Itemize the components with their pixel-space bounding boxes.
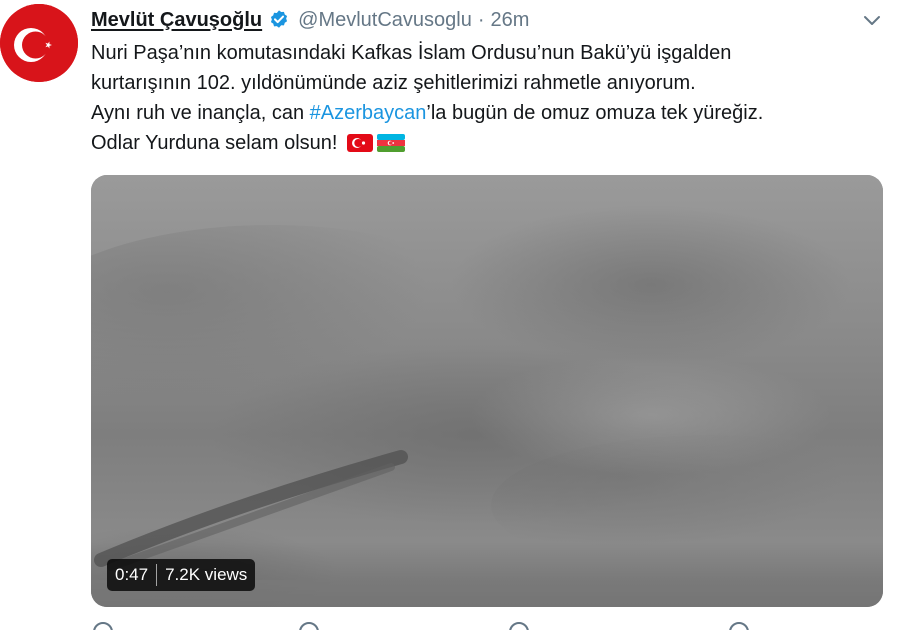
tweet-card[interactable]: Mevlüt Çavuşoğlu @MevlutCavusoglu · 26m … — [0, 0, 922, 630]
share-icon[interactable] — [729, 622, 749, 630]
author-handle[interactable]: @MevlutCavusoglu — [298, 9, 472, 32]
video-stats-badge: 0:47 7.2K views — [107, 559, 256, 591]
turkey-flag-icon — [347, 132, 374, 162]
video-thumbnail — [91, 175, 883, 607]
tweet-timestamp[interactable]: 26m — [491, 9, 530, 32]
video-player[interactable]: 0:47 7.2K views — [91, 175, 883, 607]
video-view-count: 7.2K views — [165, 565, 248, 584]
video-duration: 0:47 — [115, 565, 149, 584]
tweet-text-line: Aynı ruh ve inançla, can #Azerbaycan’la … — [91, 98, 891, 128]
azerbaijan-flag-icon — [377, 132, 406, 162]
badge-divider — [156, 564, 158, 586]
tweet-text: Nuri Paşa’nın komutasındaki Kafkas İslam… — [91, 38, 891, 162]
tweet-text-segment: Odlar Yurduna selam olsun! — [91, 132, 338, 154]
like-icon[interactable] — [509, 622, 529, 630]
separator-dot: · — [477, 8, 485, 31]
tweet-text-line: Odlar Yurduna selam olsun! — [91, 128, 891, 162]
tweet-text-line: kurtarışının 102. yıldönümünde aziz şehi… — [91, 72, 696, 94]
reply-icon[interactable] — [93, 622, 113, 630]
turkish-flag-avatar-icon — [0, 4, 78, 82]
author-display-name[interactable]: Mevlüt Çavuşoğlu — [91, 9, 262, 32]
tweet-actions — [91, 622, 851, 630]
avatar[interactable] — [0, 4, 78, 82]
chevron-down-icon[interactable] — [860, 8, 884, 32]
tweet-header: Mevlüt Çavuşoğlu @MevlutCavusoglu · 26m — [91, 6, 529, 34]
tweet-text-segment: ’la bugün de omuz omuza tek yüreğiz. — [426, 102, 764, 124]
hashtag-link[interactable]: #Azerbaycan — [310, 102, 427, 124]
verified-badge-icon — [268, 9, 290, 31]
tweet-text-line: Nuri Paşa’nın komutasındaki Kafkas İslam… — [91, 42, 732, 64]
retweet-icon[interactable] — [299, 622, 319, 630]
tweet-text-segment: Aynı ruh ve inançla, can — [91, 102, 310, 124]
